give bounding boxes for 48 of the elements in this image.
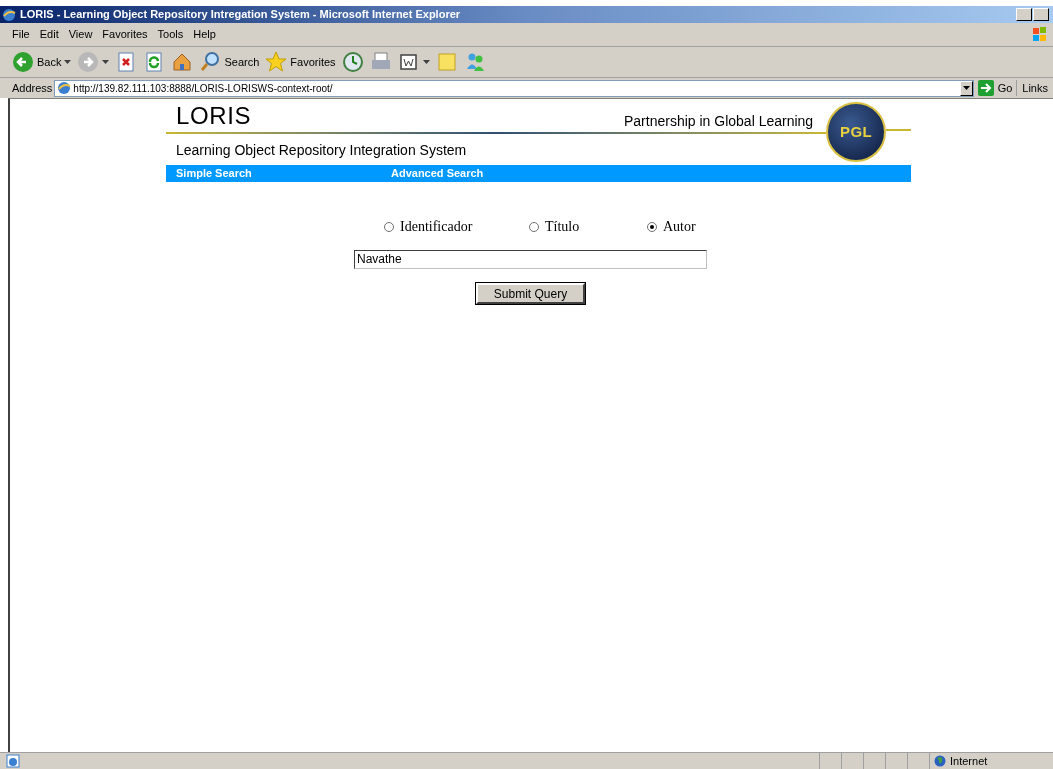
menu-item[interactable]: Tools — [157, 26, 184, 43]
caret-icon — [962, 86, 970, 90]
caret-icon — [102, 60, 110, 64]
search-button[interactable]: Search — [199, 51, 260, 73]
browser-icon — [2, 7, 16, 22]
clock-icon — [341, 51, 364, 73]
site-brand: LORIS — [176, 103, 252, 129]
menu-item[interactable]: File — [12, 26, 30, 43]
favorites-button[interactable]: Favorites — [265, 51, 336, 73]
menu-item[interactable]: Favorites — [102, 26, 148, 43]
globe-logo: PGL — [826, 102, 886, 162]
links-button[interactable]: Links — [1016, 79, 1053, 97]
dropdown-button[interactable] — [959, 80, 973, 96]
search-icon — [199, 51, 222, 73]
arrow-icon — [977, 80, 994, 96]
radio-button[interactable] — [647, 221, 657, 232]
note-icon — [435, 51, 458, 73]
caret-icon — [422, 60, 430, 64]
menu-item[interactable]: View — [68, 26, 93, 43]
house-icon — [171, 51, 194, 73]
address-label: Address — [12, 80, 53, 96]
radio-label: Identificador — [400, 218, 473, 236]
home-button[interactable] — [171, 51, 194, 73]
document-icon — [397, 51, 420, 73]
star-icon — [265, 51, 288, 73]
site-subtitle: Learning Object Repository Integration System — [176, 141, 467, 160]
radio-button[interactable] — [384, 221, 394, 232]
windows-logo-icon — [1033, 26, 1047, 43]
radio-button[interactable] — [529, 221, 539, 232]
address-field[interactable]: http://139.82.111.103:8888/LORIS-LORISWS-context-root/ — [54, 79, 974, 97]
menu-item[interactable]: Help — [193, 26, 216, 43]
go-button[interactable]: Go — [973, 79, 1017, 97]
menu-item[interactable]: Edit — [39, 26, 59, 43]
page-icon — [57, 81, 72, 95]
globe-icon — [934, 755, 946, 767]
radio-label: Autor — [663, 218, 696, 236]
history-button[interactable] — [341, 51, 364, 73]
forward-button[interactable] — [77, 51, 110, 73]
window-title: LORIS - Learning Object Repository Intregation System - Microsoft Internet Explorer — [20, 7, 461, 23]
back-button[interactable]: Back — [12, 51, 72, 73]
edit-button[interactable] — [397, 51, 430, 73]
caret-icon — [64, 60, 72, 64]
zone-label: Internet — [950, 753, 988, 769]
submit-button[interactable]: Submit Query — [476, 283, 585, 304]
search-field[interactable]: Navathe — [354, 249, 707, 269]
radio-label: Título — [545, 218, 580, 236]
page-icon — [6, 754, 20, 768]
tagline: Partnership in Global Learning — [624, 112, 814, 131]
